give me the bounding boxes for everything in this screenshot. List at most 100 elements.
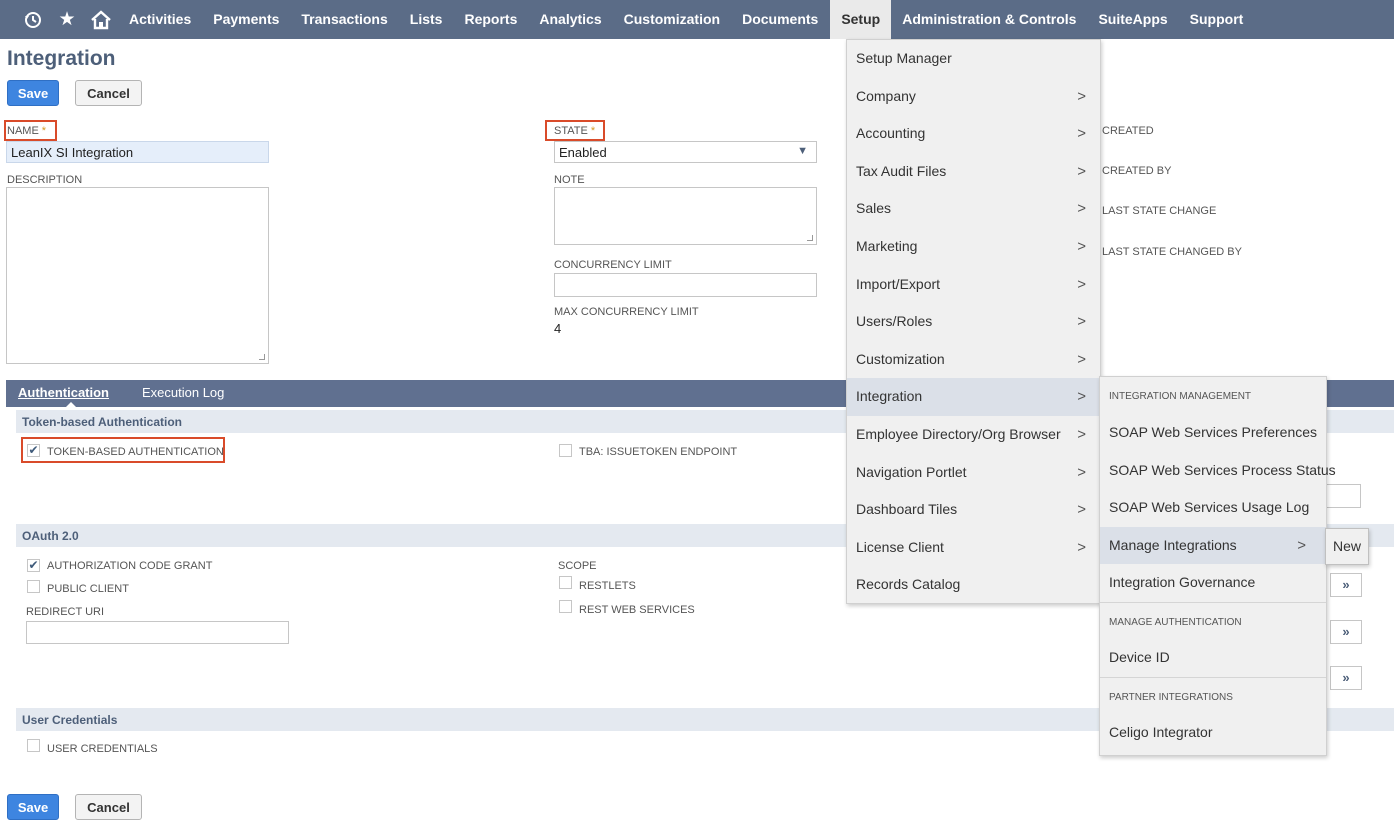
star-icon[interactable]: ★: [50, 0, 84, 39]
nav-payments[interactable]: Payments: [202, 0, 290, 39]
rest-web-services-checkbox[interactable]: [559, 600, 572, 613]
recent-icon[interactable]: [16, 0, 50, 39]
menu-item-new[interactable]: New: [1325, 528, 1369, 565]
description-textarea[interactable]: [6, 187, 269, 364]
auth-code-grant-checkbox[interactable]: ✔: [27, 559, 40, 572]
page-title: Integration: [7, 47, 116, 70]
caret-down-icon: ▼: [797, 145, 808, 157]
nav-reports[interactable]: Reports: [453, 0, 528, 39]
menu-item-dashboard-tiles[interactable]: Dashboard Tiles >: [847, 491, 1100, 529]
concurrency-limit-label: CONCURRENCY LIMIT: [554, 259, 672, 271]
menu-item-employee-directory[interactable]: Employee Directory/Org Browser >: [847, 416, 1100, 454]
setup-dropdown-menu: Setup Manager Company > Accounting > Tax A…: [846, 39, 1101, 604]
scope-label: SCOPE: [558, 560, 597, 572]
created-by-label: CREATED BY: [1102, 165, 1172, 177]
menu-item-soap-usage-log[interactable]: SOAP Web Services Usage Log: [1100, 489, 1326, 527]
menu-item-integration[interactable]: Integration >: [847, 378, 1100, 416]
chevron-right-icon: >: [1077, 501, 1086, 519]
menu-item-soap-process-status[interactable]: SOAP Web Services Process Status: [1100, 452, 1336, 490]
active-tab-pointer-icon: [66, 402, 76, 407]
note-resize-handle[interactable]: [807, 235, 813, 241]
menu-item-records-catalog[interactable]: Records Catalog: [847, 566, 1100, 604]
redirect-uri-input[interactable]: [26, 621, 289, 644]
integration-management-header: INTEGRATION MANAGEMENT: [1109, 391, 1252, 402]
created-label: CREATED: [1102, 125, 1154, 137]
integration-submenu: INTEGRATION MANAGEMENT SOAP Web Services…: [1099, 376, 1336, 756]
menu-item-license-client[interactable]: License Client >: [847, 529, 1100, 567]
tba-checkbox[interactable]: ✔: [27, 444, 40, 457]
menu-item-tax-audit-files[interactable]: Tax Audit Files >: [847, 153, 1100, 191]
nav-suiteapps[interactable]: SuiteApps: [1087, 0, 1178, 39]
nav-documents[interactable]: Documents: [731, 0, 829, 39]
description-resize-handle[interactable]: [259, 354, 265, 360]
menu-item-navigation-portlet[interactable]: Navigation Portlet >: [847, 454, 1100, 492]
menu-item-marketing[interactable]: Marketing >: [847, 228, 1100, 266]
save-button-top[interactable]: Save: [7, 80, 59, 106]
menu-item-soap-preferences[interactable]: SOAP Web Services Preferences: [1100, 414, 1326, 452]
double-chevron-down-icon[interactable]: »: [1330, 666, 1362, 690]
checkmark-icon: ✔: [28, 558, 39, 572]
menu-item-company[interactable]: Company >: [847, 78, 1100, 116]
menu-item-import-export[interactable]: Import/Export >: [847, 266, 1100, 304]
chevron-right-icon: >: [1077, 425, 1086, 443]
chevron-right-icon: >: [1077, 162, 1086, 180]
nav-activities[interactable]: Activities: [118, 0, 202, 39]
last-state-change-label: LAST STATE CHANGE: [1102, 205, 1217, 217]
checkmark-icon: ✔: [28, 443, 39, 457]
double-chevron-down-icon[interactable]: »: [1330, 573, 1362, 597]
menu-item-celigo-integrator[interactable]: Celigo Integrator: [1100, 714, 1326, 752]
public-client-label: PUBLIC CLIENT: [47, 583, 129, 595]
tba-issuetoken-checkbox[interactable]: [559, 444, 572, 457]
nav-support[interactable]: Support: [1179, 0, 1255, 39]
chevron-right-icon: >: [1077, 538, 1086, 556]
nav-lists[interactable]: Lists: [399, 0, 454, 39]
restlets-label: RESTLETS: [579, 580, 636, 592]
nav-customization[interactable]: Customization: [613, 0, 731, 39]
chevron-right-icon: >: [1077, 313, 1086, 331]
menu-item-sales[interactable]: Sales >: [847, 190, 1100, 228]
chevron-right-icon: >: [1077, 125, 1086, 143]
max-concurrency-limit-value: 4: [554, 321, 562, 336]
menu-item-device-id[interactable]: Device ID: [1100, 639, 1326, 677]
double-chevron-down-icon[interactable]: »: [1330, 620, 1362, 644]
last-state-changed-by-label: LAST STATE CHANGED BY: [1102, 246, 1242, 258]
concurrency-limit-input[interactable]: [554, 273, 817, 297]
chevron-right-icon: >: [1077, 350, 1086, 368]
user-credentials-label: USER CREDENTIALS: [47, 743, 158, 755]
manage-authentication-header: MANAGE AUTHENTICATION: [1100, 601, 1326, 639]
menu-item-manage-integrations[interactable]: Manage Integrations >: [1100, 526, 1326, 565]
menu-item-accounting[interactable]: Accounting >: [847, 115, 1100, 153]
chevron-right-icon: >: [1077, 87, 1086, 105]
chevron-right-icon: >: [1077, 200, 1086, 218]
nav-administration-controls[interactable]: Administration & Controls: [891, 0, 1087, 39]
tab-execution-log[interactable]: Execution Log: [142, 385, 224, 400]
cancel-button-top[interactable]: Cancel: [75, 80, 142, 106]
nav-analytics[interactable]: Analytics: [528, 0, 612, 39]
nav-setup[interactable]: Setup: [830, 0, 892, 39]
user-credentials-checkbox[interactable]: [27, 739, 40, 752]
state-select[interactable]: Enabled ▼: [554, 141, 817, 163]
chevron-right-icon: >: [1297, 536, 1306, 554]
note-textarea[interactable]: [554, 187, 817, 245]
description-label: DESCRIPTION: [7, 174, 83, 186]
tab-authentication[interactable]: Authentication: [18, 385, 109, 400]
menu-item-integration-governance[interactable]: Integration Governance: [1100, 564, 1326, 602]
nav-transactions[interactable]: Transactions: [290, 0, 398, 39]
state-label: STATE *: [554, 125, 596, 137]
menu-item-customization[interactable]: Customization >: [847, 341, 1100, 379]
menu-item-users-roles[interactable]: Users/Roles >: [847, 303, 1100, 341]
public-client-checkbox[interactable]: [27, 580, 40, 593]
cancel-button-bottom[interactable]: Cancel: [75, 794, 142, 820]
rest-web-services-label: REST WEB SERVICES: [579, 604, 695, 616]
auth-code-grant-label: AUTHORIZATION CODE GRANT: [47, 560, 213, 572]
max-concurrency-limit-label: MAX CONCURRENCY LIMIT: [554, 306, 699, 318]
restlets-checkbox[interactable]: [559, 576, 572, 589]
home-icon[interactable]: [84, 0, 118, 39]
note-label: NOTE: [554, 174, 585, 186]
chevron-right-icon: >: [1077, 237, 1086, 255]
top-nav-bar: ★ Activities Payments Transactions Lists…: [0, 0, 1394, 39]
save-button-bottom[interactable]: Save: [7, 794, 59, 820]
chevron-right-icon: >: [1077, 463, 1086, 481]
menu-item-setup-manager[interactable]: Setup Manager: [847, 40, 1100, 78]
name-input[interactable]: LeanIX SI Integration: [6, 141, 269, 163]
